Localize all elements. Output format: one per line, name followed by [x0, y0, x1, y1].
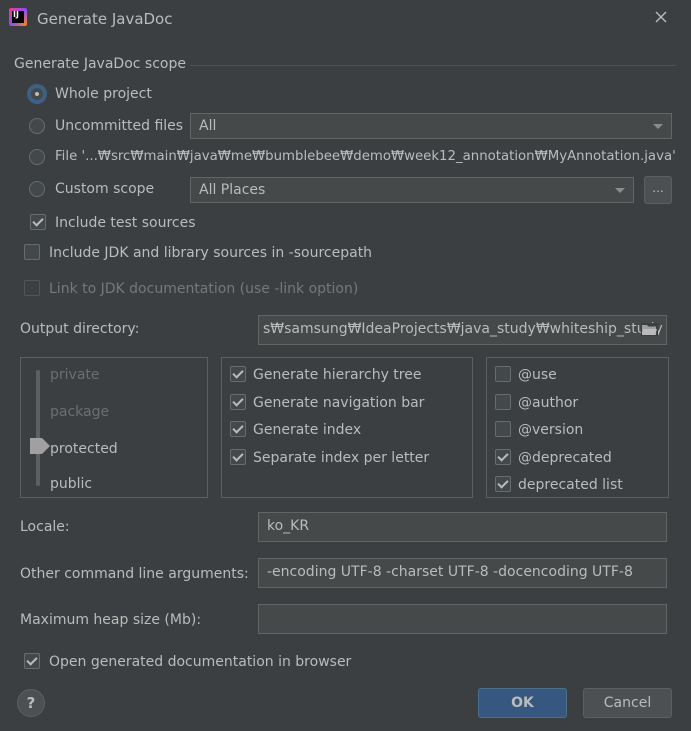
title-bar: Generate JavaDoc	[0, 0, 691, 36]
generate-navigation-bar-checkbox[interactable]	[230, 394, 246, 410]
generate-hierarchy-tree-checkbox[interactable]	[230, 366, 246, 382]
custom-scope-combo-value: All Places	[199, 182, 266, 198]
custom-scope-combo[interactable]: All Places	[190, 177, 634, 203]
locale-label: Locale:	[20, 519, 70, 535]
output-directory-field[interactable]: s₩samsung₩IdeaProjects₩java_study₩whites…	[258, 315, 667, 345]
args-label: Other command line arguments:	[20, 566, 249, 582]
section-divider	[190, 65, 676, 66]
chevron-down-icon	[615, 188, 625, 193]
ok-button[interactable]: OK	[478, 688, 567, 718]
args-field[interactable]: -encoding UTF-8 -charset UTF-8 -docencod…	[258, 558, 667, 588]
include-jdk-checkbox[interactable]	[24, 244, 40, 260]
dialog-title: Generate JavaDoc	[37, 10, 173, 28]
close-icon[interactable]	[650, 6, 672, 28]
generate-hierarchy-tree-label: Generate hierarchy tree	[253, 367, 422, 383]
visibility-private: private	[50, 367, 100, 383]
include-jdk-label: Include JDK and library sources in -sour…	[49, 245, 373, 261]
generate-options-panel: Generate hierarchy tree Generate navigat…	[221, 357, 473, 498]
visibility-slider-thumb[interactable]	[30, 438, 50, 454]
tag-deprecated-checkbox[interactable]	[495, 449, 511, 465]
deprecated-list-label: deprecated list	[518, 477, 623, 493]
whole-project-label: Whole project	[55, 86, 152, 102]
separate-index-checkbox[interactable]	[230, 449, 246, 465]
radio-custom-scope[interactable]	[29, 181, 45, 197]
generate-index-label: Generate index	[253, 422, 362, 438]
generate-index-checkbox[interactable]	[230, 421, 246, 437]
intellij-icon	[9, 8, 27, 26]
tag-use-checkbox[interactable]	[495, 366, 511, 382]
uncommitted-files-combo-value: All	[199, 118, 217, 134]
uncommitted-files-label: Uncommitted files	[55, 118, 184, 134]
help-button[interactable]: ?	[17, 689, 45, 717]
radio-file[interactable]	[29, 149, 45, 165]
radio-whole-project[interactable]	[29, 86, 45, 102]
args-value: -encoding UTF-8 -charset UTF-8 -docencod…	[267, 564, 633, 580]
tag-author-checkbox[interactable]	[495, 394, 511, 410]
visibility-protected: protected	[50, 441, 118, 457]
tag-author-label: @author	[518, 395, 579, 411]
visibility-slider-track[interactable]	[36, 370, 40, 486]
open-browser-checkbox[interactable]	[24, 653, 40, 669]
generate-navigation-bar-label: Generate navigation bar	[253, 395, 425, 411]
chevron-down-icon	[653, 124, 663, 129]
locale-value: ko_KR	[267, 518, 310, 534]
uncommitted-files-combo[interactable]: All	[190, 113, 672, 139]
heap-field[interactable]	[258, 604, 667, 634]
heap-label: Maximum heap size (Mb):	[20, 612, 202, 628]
custom-scope-more-button[interactable]: ...	[644, 176, 672, 204]
deprecated-list-checkbox[interactable]	[495, 476, 511, 492]
tags-panel: @use @author @version @deprecated deprec…	[486, 357, 669, 498]
visibility-panel: private package protected public	[20, 357, 208, 498]
visibility-package: package	[50, 404, 110, 420]
custom-scope-label: Custom scope	[55, 181, 155, 197]
scope-section-title: Generate JavaDoc scope	[14, 56, 186, 72]
tag-version-checkbox[interactable]	[495, 421, 511, 437]
open-browser-label: Open generated documentation in browser	[49, 654, 352, 670]
link-jdk-checkbox[interactable]	[24, 280, 40, 296]
folder-icon[interactable]	[641, 323, 658, 336]
output-directory-value: s₩samsung₩IdeaProjects₩java_study₩whites…	[263, 321, 663, 337]
separate-index-label: Separate index per letter	[253, 450, 430, 466]
link-jdk-label: Link to JDK documentation (use -link opt…	[49, 281, 359, 297]
visibility-public: public	[50, 476, 93, 492]
tag-deprecated-label: @deprecated	[518, 450, 612, 466]
include-test-sources-label: Include test sources	[55, 215, 196, 231]
include-test-sources-checkbox[interactable]	[30, 214, 46, 230]
locale-field[interactable]: ko_KR	[258, 512, 667, 542]
output-directory-label: Output directory:	[20, 321, 140, 337]
file-label: File '...₩src₩main₩java₩me₩bumblebee₩dem…	[55, 149, 676, 164]
tag-use-label: @use	[518, 367, 557, 383]
radio-uncommitted-files[interactable]	[29, 118, 45, 134]
tag-version-label: @version	[518, 422, 584, 438]
cancel-button[interactable]: Cancel	[583, 688, 672, 718]
